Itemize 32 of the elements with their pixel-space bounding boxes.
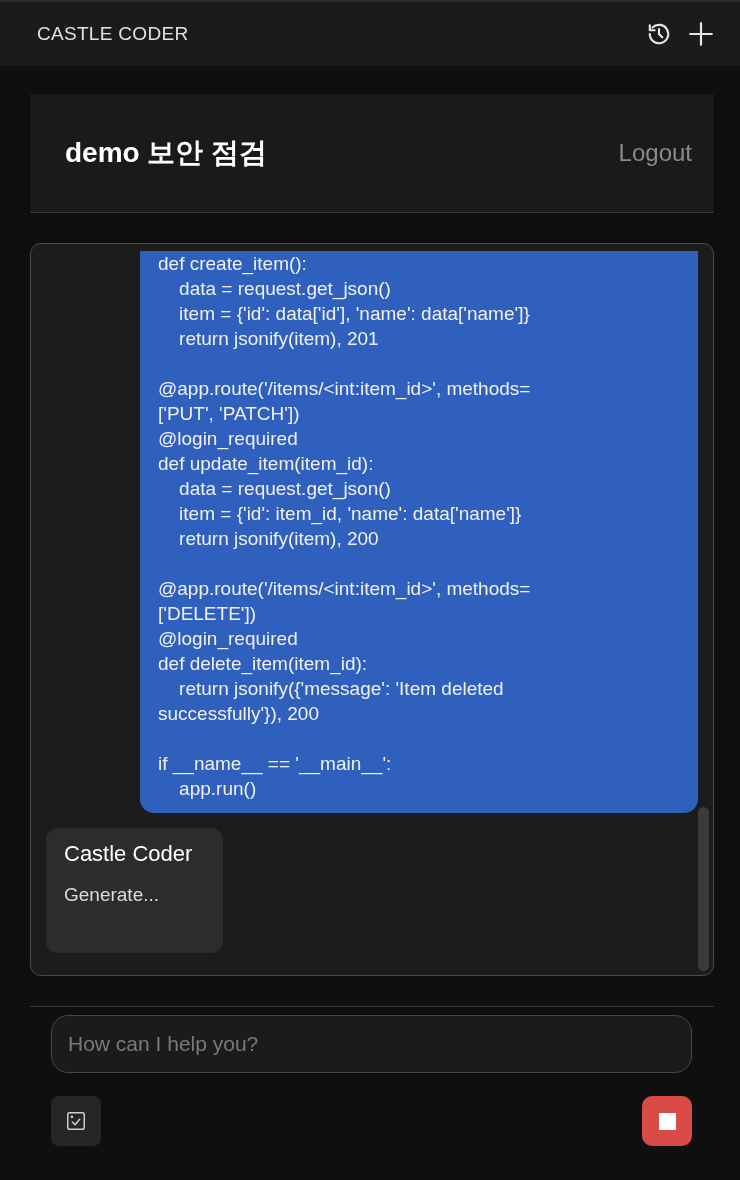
code-line: def create_item(): xyxy=(158,252,308,276)
message-input[interactable]: How can I help you? xyxy=(51,1015,692,1073)
stop-button[interactable] xyxy=(642,1096,692,1146)
stop-icon xyxy=(658,1112,676,1130)
code-line: item = {'id': item_id, 'name': data['name']} xyxy=(178,502,523,526)
code-line: def update_item(item_id): xyxy=(158,452,375,476)
plus-icon[interactable] xyxy=(688,21,714,47)
image-button[interactable] xyxy=(51,1096,101,1146)
code-line: app.run() xyxy=(178,777,258,801)
code-line: item = {'id': data['id'], 'name': data['name']} xyxy=(178,302,531,326)
code-line: @app.route('/items/<int:item_id>', methods= xyxy=(158,577,532,601)
code-line: data = request.get_json() xyxy=(178,277,392,301)
message-text: Generate... xyxy=(64,884,161,906)
sender-name: Castle Coder xyxy=(64,840,194,868)
logout-link[interactable]: Logout xyxy=(618,139,692,167)
session-title: demo 보안 점검 xyxy=(65,136,268,170)
scrollbar[interactable] xyxy=(698,807,709,971)
code-line: @login_required xyxy=(158,427,299,451)
code-line: data = request.get_json() xyxy=(178,477,392,501)
code-line: if __name__ == '__main__': xyxy=(158,752,393,776)
code-line: return jsonify(item), 201 xyxy=(178,327,380,351)
app-title: CASTLE CODER xyxy=(37,23,189,45)
code-line: return jsonify({'message': 'Item deleted xyxy=(178,677,505,701)
code-line: return jsonify(item), 200 xyxy=(178,527,380,551)
code-line: successfully'}), 200 xyxy=(158,702,320,726)
code-line: @app.route('/items/<int:item_id>', methods= xyxy=(158,377,532,401)
code-line: def delete_item(item_id): xyxy=(158,652,369,676)
code-line: @login_required xyxy=(158,627,299,651)
code-line: ['DELETE']) xyxy=(158,602,258,626)
history-icon[interactable] xyxy=(646,21,672,47)
code-line: ['PUT', 'PATCH']) xyxy=(158,402,301,426)
image-check-icon xyxy=(65,1110,87,1132)
